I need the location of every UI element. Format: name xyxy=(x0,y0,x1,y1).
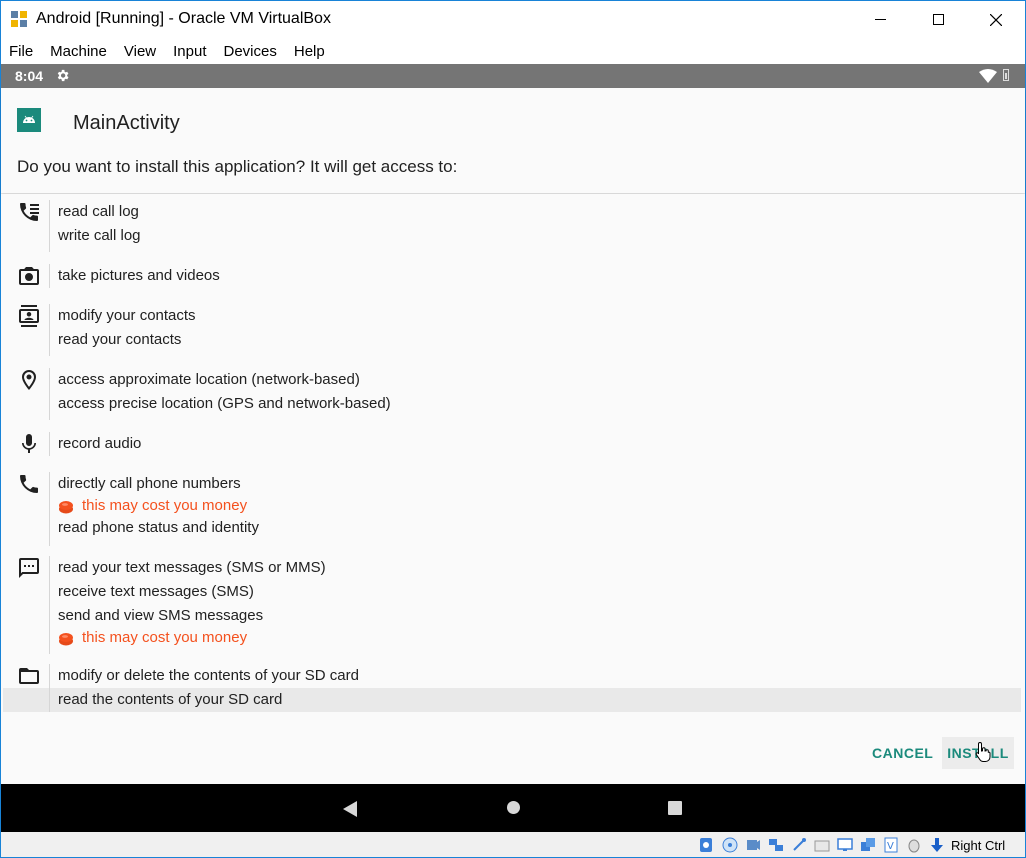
microphone-icon xyxy=(22,434,36,453)
permission-line: read the contents of your SD card xyxy=(58,691,283,708)
camera-icon xyxy=(19,267,39,285)
host-key-label[interactable]: Right Ctrl xyxy=(951,838,1005,853)
back-icon[interactable] xyxy=(343,801,357,817)
android-status-bar: 8:04 xyxy=(1,64,1025,88)
hard-disk-icon[interactable] xyxy=(698,837,714,853)
permission-line: send and view SMS messages xyxy=(58,607,264,624)
divider xyxy=(49,664,50,712)
android-nav-bar xyxy=(1,784,1025,832)
keyboard-capture-icon[interactable] xyxy=(929,837,945,853)
install-question: Do you want to install this application?… xyxy=(17,157,458,176)
close-button[interactable] xyxy=(967,1,1025,38)
menu-bar: File Machine View Input Devices Help xyxy=(1,38,1025,64)
divider xyxy=(49,368,50,420)
permission-group-contacts: modify your contacts read your contacts xyxy=(1,304,1025,356)
minimize-button[interactable] xyxy=(851,1,909,38)
menu-help[interactable]: Help xyxy=(286,43,334,60)
audio-icon[interactable] xyxy=(745,837,761,853)
home-icon[interactable] xyxy=(507,801,520,814)
virtualbox-status-bar: V Right Ctrl xyxy=(1,832,1025,857)
permission-line: take pictures and videos xyxy=(58,267,220,284)
minimize-icon xyxy=(874,19,886,20)
phone-icon xyxy=(20,475,38,493)
android-app-icon xyxy=(17,108,41,132)
title-bar[interactable]: Android [Running] - Oracle VM VirtualBox xyxy=(1,1,1025,38)
divider xyxy=(49,264,50,288)
divider xyxy=(49,556,50,654)
permission-group-phone: directly call phone numbers this may cos… xyxy=(1,472,1025,546)
permission-line: modify your contacts xyxy=(58,307,196,324)
coins-icon xyxy=(59,501,73,514)
status-time: 8:04 xyxy=(15,68,44,84)
settings-gear-icon xyxy=(57,69,69,82)
maximize-icon xyxy=(932,14,944,25)
hand-cursor-icon xyxy=(975,741,991,762)
sms-icon xyxy=(19,558,39,578)
display-icon[interactable] xyxy=(837,837,853,853)
install-header: MainActivity Do you want to install this… xyxy=(1,88,1025,193)
usb-icon[interactable] xyxy=(791,837,807,853)
coins-icon xyxy=(59,633,73,646)
permission-group-camera: take pictures and videos xyxy=(1,264,1025,288)
permission-group-call-log: read call log write call log xyxy=(1,200,1025,252)
mouse-integration-icon[interactable] xyxy=(906,837,922,853)
permission-line: record audio xyxy=(58,435,142,452)
permission-group-sms: read your text messages (SMS or MMS) rec… xyxy=(1,556,1025,654)
virtualization-icon[interactable]: V xyxy=(883,837,899,853)
divider xyxy=(49,304,50,356)
window-title: Android [Running] - Oracle VM VirtualBox xyxy=(36,10,331,27)
divider xyxy=(49,432,50,456)
cancel-button[interactable]: CANCEL xyxy=(864,737,941,769)
virtualbox-window: Android [Running] - Oracle VM VirtualBox… xyxy=(0,0,1026,858)
divider xyxy=(49,472,50,546)
location-pin-icon xyxy=(22,370,36,390)
permission-line: modify or delete the contents of your SD… xyxy=(58,667,359,684)
folder-icon xyxy=(19,668,39,684)
permission-line: read your text messages (SMS or MMS) xyxy=(58,559,326,576)
permission-group-microphone: record audio xyxy=(1,432,1025,456)
permission-group-location: access approximate location (network-bas… xyxy=(1,368,1025,420)
permission-line: read phone status and identity xyxy=(58,519,259,536)
virtualbox-icon xyxy=(11,11,27,27)
maximize-button[interactable] xyxy=(909,1,967,38)
menu-file[interactable]: File xyxy=(1,43,42,60)
permissions-panel[interactable]: read call log write call log take pictur… xyxy=(1,194,1025,784)
menu-devices[interactable]: Devices xyxy=(216,43,286,60)
contacts-icon xyxy=(19,305,39,327)
menu-view[interactable]: View xyxy=(116,43,165,60)
permission-line: directly call phone numbers xyxy=(58,475,241,492)
permission-line: access precise location (GPS and network… xyxy=(58,395,391,412)
menu-machine[interactable]: Machine xyxy=(42,43,116,60)
optical-disk-icon[interactable] xyxy=(722,837,738,853)
svg-text:V: V xyxy=(887,841,894,852)
close-icon xyxy=(990,13,1002,26)
permission-line: read call log xyxy=(58,203,139,220)
permission-line: write call log xyxy=(58,227,141,244)
call-log-icon xyxy=(20,203,39,221)
permission-line: read your contacts xyxy=(58,331,182,348)
recent-apps-icon[interactable] xyxy=(668,801,682,815)
wifi-icon xyxy=(979,69,997,83)
permission-line: receive text messages (SMS) xyxy=(58,583,254,600)
menu-input[interactable]: Input xyxy=(165,43,215,60)
permission-group-storage: modify or delete the contents of your SD… xyxy=(1,664,1025,714)
cost-warning: this may cost you money xyxy=(82,629,248,646)
network-icon[interactable] xyxy=(768,837,784,853)
divider xyxy=(49,200,50,252)
permission-line: access approximate location (network-bas… xyxy=(58,371,360,388)
battery-icon xyxy=(1003,69,1009,81)
shared-folders-icon[interactable] xyxy=(814,837,830,853)
cost-warning: this may cost you money xyxy=(82,497,248,514)
video-capture-icon[interactable] xyxy=(860,837,876,853)
app-name: MainActivity xyxy=(73,112,180,134)
